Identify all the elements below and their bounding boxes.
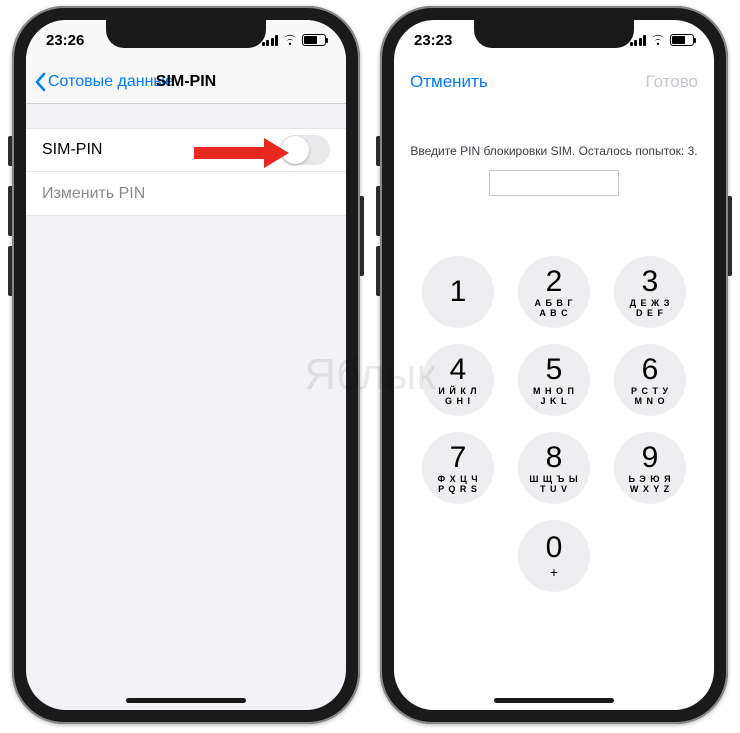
home-indicator[interactable] — [126, 698, 246, 703]
row-change-pin[interactable]: Изменить PIN — [26, 172, 346, 216]
wifi-icon — [650, 32, 666, 49]
row-sim-pin[interactable]: SIM-PIN — [26, 128, 346, 172]
key-8[interactable]: 8Ш Щ Ъ Ы T U V — [518, 432, 590, 504]
key-1[interactable]: 1 — [422, 256, 494, 328]
back-label: Сотовые данные — [48, 73, 174, 91]
key-7[interactable]: 7Ф Х Ц Ч P Q R S — [422, 432, 494, 504]
home-indicator[interactable] — [494, 698, 614, 703]
battery-icon — [302, 34, 326, 46]
key-0[interactable]: 0+ — [518, 520, 590, 592]
nav-bar: Сотовые данные SIM-PIN — [26, 60, 346, 104]
screen-settings: 23:26 Сотовые данные SIM-PIN SIM-PIN — [26, 20, 346, 710]
screen-pin-entry: 23:23 Отменить Готово Введите PIN блокир… — [394, 20, 714, 710]
notch — [474, 20, 634, 48]
phone-frame-right: 23:23 Отменить Готово Введите PIN блокир… — [380, 6, 728, 724]
settings-group: SIM-PIN Изменить PIN — [26, 128, 346, 216]
key-4[interactable]: 4И Й К Л G H I — [422, 344, 494, 416]
sim-pin-toggle[interactable] — [280, 135, 330, 165]
notch — [106, 20, 266, 48]
pin-prompt: Введите PIN блокировки SIM. Осталось поп… — [394, 144, 714, 158]
row-sim-pin-label: SIM-PIN — [42, 141, 102, 159]
key-3[interactable]: 3Д Е Ж З D E F — [614, 256, 686, 328]
status-time: 23:26 — [46, 32, 84, 49]
dialog-nav: Отменить Готово — [394, 60, 714, 104]
chevron-left-icon — [34, 72, 46, 92]
key-6[interactable]: 6Р С Т У M N O — [614, 344, 686, 416]
battery-icon — [670, 34, 694, 46]
cancel-button[interactable]: Отменить — [410, 72, 488, 92]
phone-frame-left: 23:26 Сотовые данные SIM-PIN SIM-PIN — [12, 6, 360, 724]
key-9[interactable]: 9Ь Э Ю Я W X Y Z — [614, 432, 686, 504]
done-button[interactable]: Готово — [646, 72, 699, 92]
status-time: 23:23 — [414, 32, 452, 49]
key-2[interactable]: 2А Б В Г A B C — [518, 256, 590, 328]
key-5[interactable]: 5М Н О П J K L — [518, 344, 590, 416]
keypad: 1 2А Б В Г A B C 3Д Е Ж З D E F 4И Й К Л… — [394, 256, 714, 592]
wifi-icon — [282, 32, 298, 49]
pin-input[interactable] — [489, 170, 619, 196]
row-change-pin-label: Изменить PIN — [42, 185, 145, 203]
back-button[interactable]: Сотовые данные — [34, 72, 174, 92]
